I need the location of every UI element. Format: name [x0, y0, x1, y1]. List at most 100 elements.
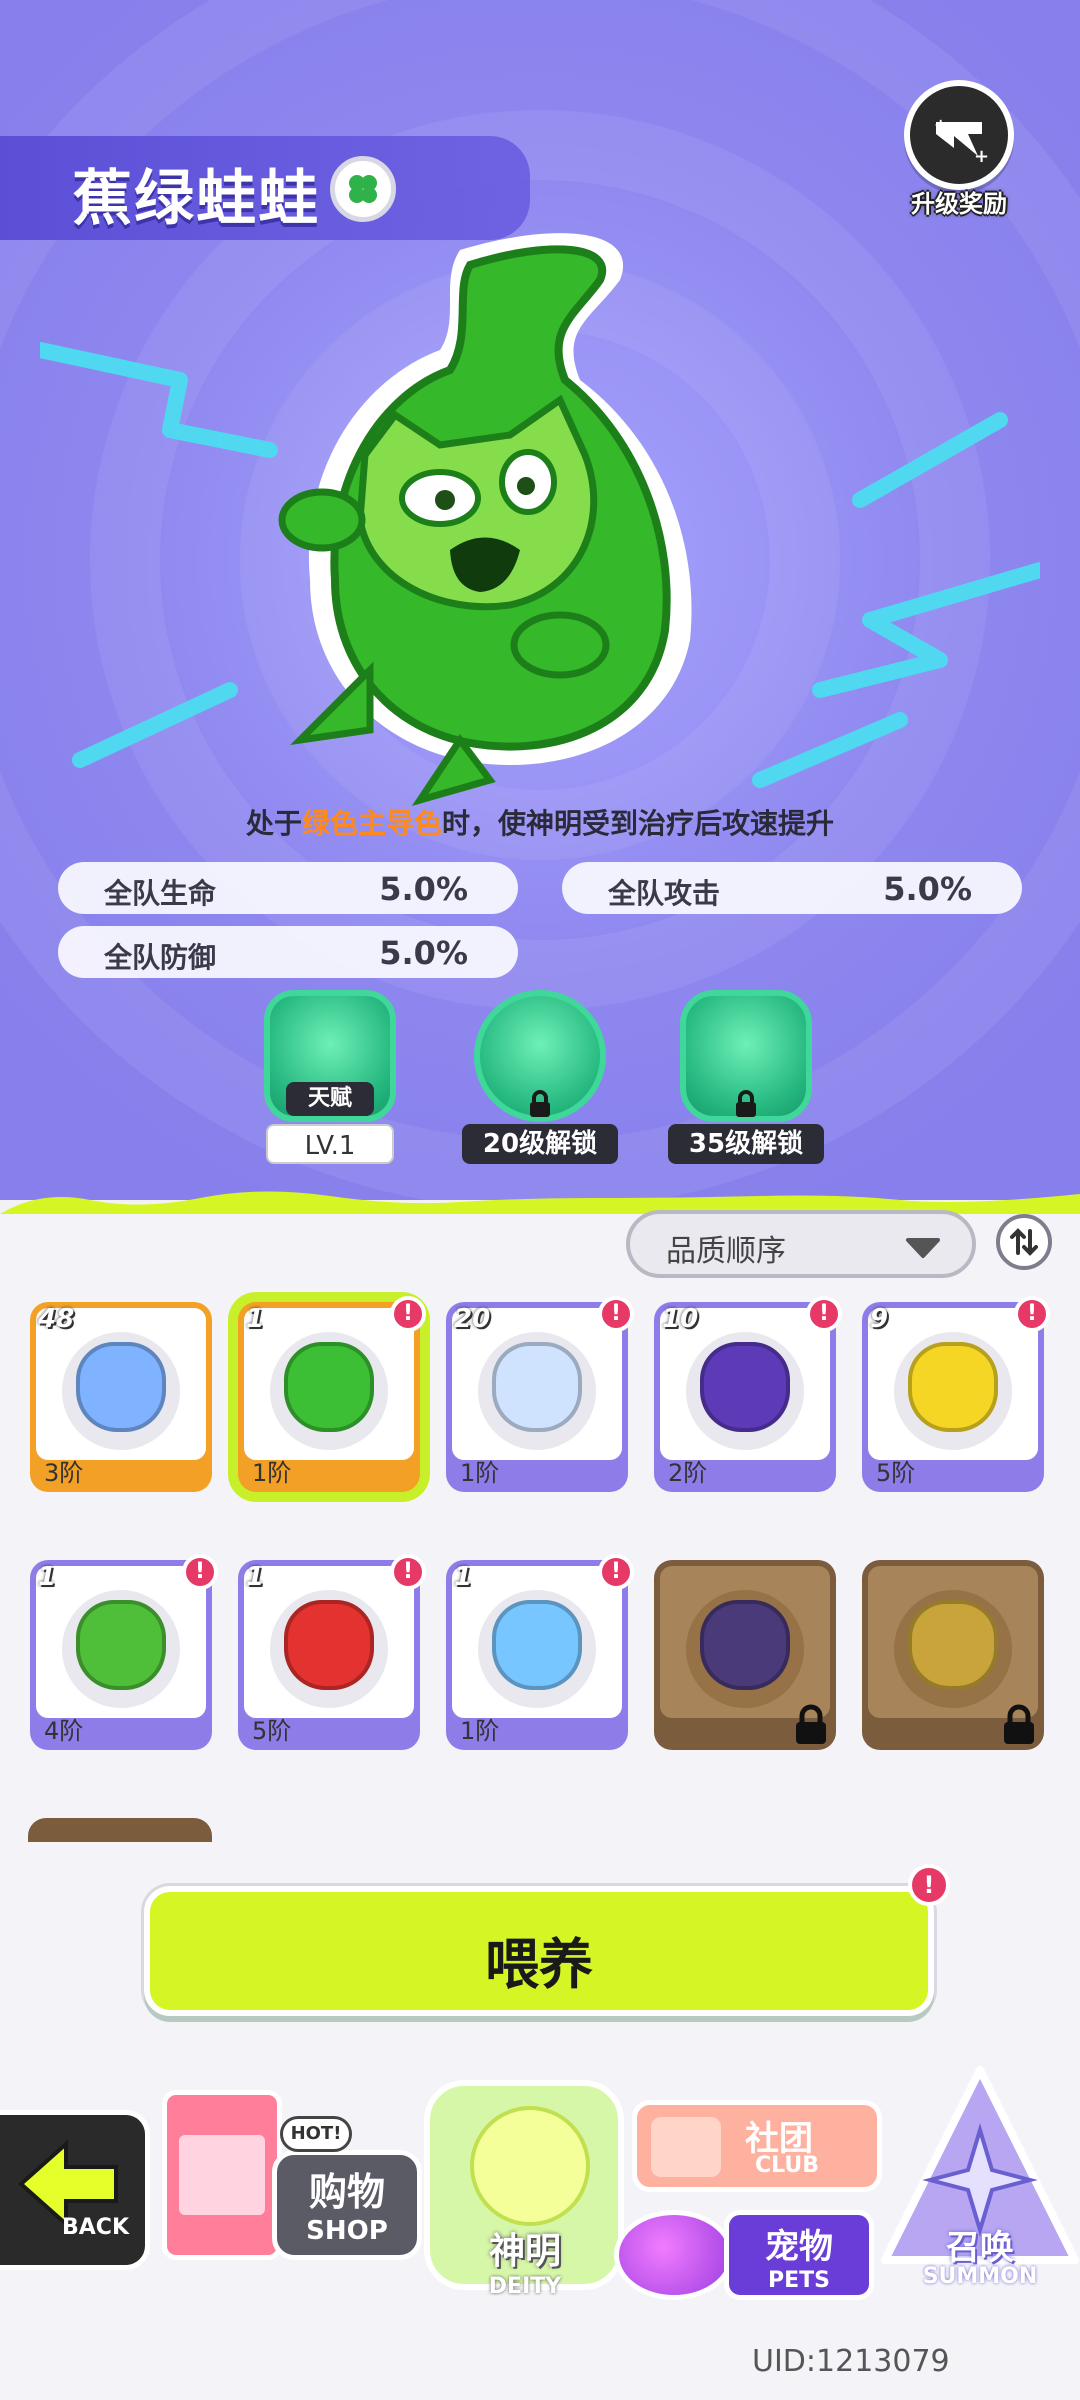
shop-label-en: SHOP: [306, 2216, 388, 2246]
shop-label-plate: 购物 SHOP: [272, 2150, 422, 2260]
description-prefix: 处于: [245, 807, 302, 840]
clover-icon[interactable]: [330, 156, 396, 222]
pet-level: 1: [246, 1562, 265, 1592]
green-frog-icon: [284, 1342, 374, 1432]
purple-bat-cat-icon: [700, 1342, 790, 1432]
stat-team-def: 全队防御 5.0%: [58, 926, 518, 978]
skill-unlock-label: 20级解锁: [462, 1124, 618, 1164]
skill-unlock-label: 35级解锁: [668, 1124, 824, 1164]
notice-badge: !: [806, 1296, 842, 1332]
pet-level: 48: [38, 1304, 75, 1334]
back-button[interactable]: BACK: [0, 2110, 150, 2270]
pet-grade: 1阶: [460, 1717, 500, 1745]
stat-value: 5.0%: [883, 870, 972, 908]
pet-level: 1: [454, 1562, 473, 1592]
pet-card-frame: [868, 1566, 1038, 1718]
svg-text:+: +: [974, 146, 989, 167]
pets-label: 宠物: [765, 2227, 833, 2267]
pet-card[interactable]: [654, 1560, 836, 1750]
stat-team-hp: 全队生命 5.0%: [58, 862, 518, 914]
skill-locked-35[interactable]: 35级解锁: [668, 990, 824, 1170]
stat-value: 5.0%: [379, 870, 468, 908]
deity-label: 神明: [488, 2231, 561, 2272]
upgrade-reward-button[interactable]: + + 升级奖励: [894, 80, 1024, 220]
yellow-bolt-icon: [908, 1342, 998, 1432]
pet-grade: 1阶: [252, 1459, 292, 1487]
shop-label: 购物: [308, 2170, 385, 2214]
leaf-sprout-icon: [76, 1600, 166, 1690]
sort-dropdown[interactable]: 品质顺序: [626, 1210, 976, 1278]
pet-name: 蕉绿蛙蛙: [72, 164, 320, 234]
description-highlight: 绿色主导色: [301, 807, 442, 840]
club-plate: 社团 CLUB: [632, 2100, 882, 2192]
notice-badge: !: [390, 1296, 426, 1332]
notice-badge: !: [390, 1554, 426, 1590]
summon-button[interactable]: 召唤 SUMMON: [880, 2060, 1080, 2310]
pet-card[interactable]: [862, 1560, 1044, 1750]
description-suffix: 时，使神明受到治疗后攻速提升: [442, 807, 835, 840]
pet-level: 10: [662, 1304, 699, 1334]
deity-button[interactable]: 神明 DEITY: [420, 2060, 630, 2300]
deity-label-en: DEITY: [488, 2274, 562, 2299]
pet-card[interactable]: 48 3阶: [30, 1302, 212, 1492]
blue-bunny-icon: [76, 1342, 166, 1432]
skill-locked-20[interactable]: 20级解锁: [462, 990, 618, 1170]
pet-card[interactable]: 1 1阶!: [446, 1554, 634, 1750]
club-button[interactable]: 社团 CLUB: [632, 2090, 882, 2200]
summon-label: 召唤: [946, 2228, 1014, 2268]
skill-level: LV.1: [266, 1124, 394, 1164]
notice-badge: !: [598, 1296, 634, 1332]
lock-icon: [736, 1090, 756, 1117]
lock-icon: [1004, 1704, 1034, 1744]
pet-portrait: [40, 233, 1040, 806]
pet-card[interactable]: 1 4阶!: [30, 1554, 218, 1750]
pet-grade: 4阶: [44, 1717, 84, 1745]
notice-badge: !: [598, 1554, 634, 1590]
sort-order-toggle[interactable]: [996, 1214, 1052, 1270]
upgrade-reward-label: 升级奖励: [911, 190, 1007, 218]
pet-card[interactable]: 1 1阶!: [238, 1296, 426, 1492]
pet-card[interactable]: 10 2阶!: [654, 1296, 842, 1492]
stat-value: 5.0%: [379, 934, 468, 972]
pet-card-frame: [660, 1566, 830, 1718]
stat-team-atk: 全队攻击 5.0%: [562, 862, 1022, 914]
pet-name-banner: 蕉绿蛙蛙: [0, 136, 530, 240]
user-id: UID:1213079: [752, 2344, 950, 2379]
lock-icon: [796, 1704, 826, 1744]
pet-card[interactable]: 9 5阶!: [862, 1296, 1050, 1492]
lock-icon: [530, 1090, 550, 1117]
notice-badge: !: [1014, 1296, 1050, 1332]
pet-card[interactable]: [28, 1818, 212, 1842]
cloud-cat-icon: [492, 1342, 582, 1432]
hot-badge: HOT!: [280, 2116, 352, 2152]
summon-label-en: SUMMON: [922, 2264, 1038, 2289]
back-label: BACK: [62, 2215, 129, 2240]
stat-label: 全队攻击: [608, 877, 721, 910]
shop-button[interactable]: 购物 SHOP HOT!: [152, 2050, 422, 2280]
pets-button[interactable]: 宠物 PETS: [614, 2200, 874, 2310]
sort-label: 品质顺序: [666, 1234, 786, 1269]
pet-level: 1: [38, 1562, 57, 1592]
pet-grade: 2阶: [668, 1459, 708, 1487]
pet-fish-icon: [614, 2210, 734, 2300]
lightning-plus-icon: + +: [904, 80, 1014, 190]
feed-button-label: 喂养: [485, 1933, 593, 1996]
skill-talent[interactable]: 天赋 LV.1: [260, 990, 400, 1170]
pet-skill-description: 处于绿色主导色时，使神明受到治疗后攻速提升: [0, 802, 1080, 842]
club-label-en: CLUB: [755, 2153, 820, 2178]
svg-text:+: +: [934, 115, 947, 134]
pet-level: 1: [246, 1304, 265, 1334]
pet-card[interactable]: 20 1阶!: [446, 1296, 634, 1492]
feed-notice-badge: !: [908, 1864, 950, 1906]
pet-grade: 1阶: [460, 1459, 500, 1487]
pets-label-en: PETS: [767, 2268, 830, 2293]
pet-level: 9: [870, 1304, 889, 1334]
blue-bird-icon: [492, 1600, 582, 1690]
skill-tag: 天赋: [286, 1082, 374, 1116]
pet-level: 20: [454, 1304, 491, 1334]
pet-card[interactable]: 1 5阶!: [238, 1554, 426, 1750]
briefcase-icon: [651, 2117, 721, 2177]
pet-hero: 蕉绿蛙蛙 + + 升级奖励 处于绿色主导色时，使神明受到治疗后攻速提升 全队生命: [0, 0, 1080, 1200]
grape-icon: [700, 1600, 790, 1690]
feed-button[interactable]: 喂养: [144, 1886, 934, 2016]
